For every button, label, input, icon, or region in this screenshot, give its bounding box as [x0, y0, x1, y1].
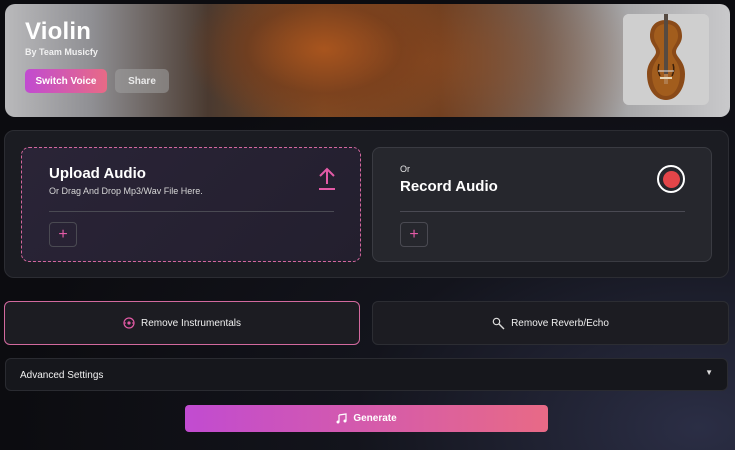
voice-thumbnail [623, 14, 709, 105]
remove-instrumentals-button[interactable]: Remove Instrumentals [4, 301, 360, 345]
add-recording-button[interactable]: + [400, 222, 428, 247]
record-audio-card[interactable]: Or Record Audio + [372, 147, 712, 262]
record-icon[interactable] [657, 165, 685, 193]
upload-audio-hint: Or Drag And Drop Mp3/Wav File Here. [49, 186, 203, 196]
upload-divider [49, 211, 334, 212]
upload-audio-dropzone[interactable]: Upload Audio Or Drag And Drop Mp3/Wav Fi… [21, 147, 361, 262]
record-or-label: Or [400, 164, 410, 174]
add-file-button[interactable]: + [49, 222, 77, 247]
remove-reverb-button[interactable]: Remove Reverb/Echo [372, 301, 729, 345]
switch-voice-button[interactable]: Switch Voice [25, 69, 107, 93]
advanced-settings-label: Advanced Settings [20, 370, 104, 381]
microphone-icon [492, 317, 505, 329]
record-audio-title: Record Audio [400, 178, 498, 195]
voice-hero-banner: Violin By Team Musicfy Switch Voice Shar… [5, 4, 730, 117]
audio-input-panel: Upload Audio Or Drag And Drop Mp3/Wav Fi… [4, 130, 729, 278]
share-button[interactable]: Share [115, 69, 169, 93]
chevron-down-icon[interactable]: ▼ [705, 368, 713, 377]
music-note-icon [336, 413, 347, 424]
record-divider [400, 211, 685, 212]
upload-icon[interactable] [316, 166, 338, 192]
voice-title: Violin [25, 18, 92, 45]
upload-audio-title: Upload Audio [49, 165, 146, 182]
violin-icon [623, 14, 709, 105]
remove-reverb-label: Remove Reverb/Echo [511, 317, 609, 329]
generate-button[interactable]: Generate [185, 405, 548, 432]
music-disc-icon [123, 317, 135, 329]
remove-instrumentals-label: Remove Instrumentals [140, 317, 242, 329]
generate-label: Generate [353, 413, 397, 424]
advanced-settings-toggle[interactable]: Advanced Settings ▼ [5, 358, 728, 391]
voice-author: By Team Musicfy [25, 47, 98, 57]
record-dot [662, 170, 680, 188]
